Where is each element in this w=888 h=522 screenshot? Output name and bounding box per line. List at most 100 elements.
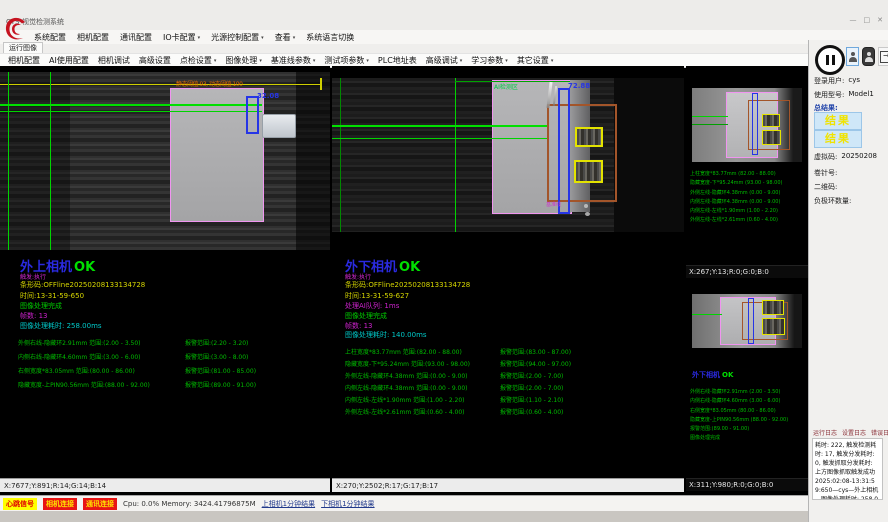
result-box-bottom: 结果 (814, 130, 862, 148)
measure-value-text: 32.08 (257, 92, 279, 100)
measurement-row: 内侧左线-隐藏环4.38mm 范围:(0.00 - 9.00)报警范围:(2.0… (345, 383, 563, 392)
pause-icon (832, 55, 835, 65)
menu-comm-config[interactable]: 通讯配置 (120, 32, 152, 43)
chevron-down-icon: ▾ (551, 58, 554, 64)
measurement-row: 上柱宽度*83.77mm 范围:(82.00 - 88.00)报警范围:(83.… (345, 347, 571, 356)
ai-region-label: AI检测区 (494, 82, 518, 91)
measurement-row: 隐藏宽度-上PIN90.56mm 范围:(88.00 - 92.00)报警范围:… (18, 380, 256, 389)
title-bar: CYS-视觉检测系统 — □ ✕ (0, 0, 888, 31)
tool-baseline-params[interactable]: 基准线参数▾ (271, 55, 316, 66)
overlay-measure-rect (246, 96, 259, 134)
exit-door-icon (880, 51, 888, 63)
maximize-button[interactable]: □ (864, 16, 871, 24)
user-icon (849, 52, 857, 62)
barcode-text: 条形码:OFFline20250208133134728 (20, 280, 145, 290)
pixel-coordinate-readout: X:311;Y:980;R:0;G:0;B:0 (686, 478, 808, 491)
thumbnail-camera-title: 外下相机OK (692, 370, 733, 380)
pause-button[interactable] (815, 45, 845, 75)
time-text: 时间:13-31-59-627 (345, 291, 409, 301)
log-tab-error[interactable]: 错误日志 (871, 428, 888, 437)
overlay-green-hline (332, 138, 547, 139)
thumbnail-image (692, 88, 802, 162)
thumbnail-view-top[interactable]: 上柱宽度*83.77mm (82.00 - 88.00) 隐藏宽度-下*95.2… (686, 66, 808, 278)
overlay-feature-rect (575, 127, 603, 147)
overlay-green-vline (8, 72, 9, 250)
pixel-coordinate-readout: X:7677;Y:891;R:14;G:14;B:14 (0, 478, 330, 492)
measurement-row: 内侧左线-左线*1.90mm 范围:(1.00 - 2.20)报警范围:(1.1… (345, 395, 563, 404)
process-time-text: 图像处理耗时: 258.00ms (20, 321, 102, 331)
measurement-row: 右侧宽度*83.05mm 范围:(80.00 - 86.00)报警范围:(81.… (18, 366, 256, 375)
chevron-down-icon: ▾ (460, 58, 463, 64)
overlay-green-hline (0, 111, 262, 112)
user-manage-button[interactable] (862, 47, 875, 66)
overlay-green-hline (0, 104, 262, 106)
thumbnail-result-lines: 上柱宽度*83.77mm (82.00 - 88.00) 隐藏宽度-下*95.2… (690, 170, 806, 226)
tool-image-processing[interactable]: 图像处理▾ (225, 55, 262, 66)
tool-test-item-params[interactable]: 测试项参数▾ (324, 55, 369, 66)
overlay-yellow-line (0, 84, 322, 85)
chevron-down-icon: ▾ (259, 58, 262, 64)
bottom-strip (0, 511, 808, 522)
time-text: 时间:13-31-59-650 (20, 291, 84, 301)
chevron-down-icon: ▾ (313, 58, 316, 64)
run-log-text: 耗时: 222, 触发检测耗时: 17, 触发分发耗时: 0, 触发抓取分发耗时… (812, 438, 883, 500)
chevron-down-icon: ▾ (261, 35, 264, 41)
login-user-value: cys (848, 76, 860, 86)
connector-part (262, 114, 296, 138)
chevron-down-icon: ▾ (505, 58, 508, 64)
thumbnail-view-bottom[interactable]: 外下相机OK 外侧右线-隐藏环2.91mm (2.00 - 3.50) 内侧右线… (686, 280, 808, 492)
tool-other-settings[interactable]: 其它设置▾ (517, 55, 554, 66)
menu-view[interactable]: 查看▾ (275, 32, 296, 43)
tab-run-image[interactable]: 运行图像 (3, 42, 43, 53)
user-dark-icon (865, 52, 873, 62)
measure-value-text: 72.88 (568, 82, 590, 90)
tab-strip (0, 44, 808, 53)
tool-advanced-debug[interactable]: 高级调试▾ (426, 55, 463, 66)
measurement-row: 隐藏宽度-下*95.24mm 范围:(93.00 - 98.00)报警范围:(9… (345, 359, 571, 368)
thumbnail-image (692, 294, 802, 348)
barcode-text: 条形码:OFFline20250208133134728 (345, 280, 470, 290)
measurement-row: 外侧左线-左线*2.61mm 范围:(0.60 - 4.00)报警范围:(0.6… (345, 407, 563, 416)
process-done-text: 图像处理完成 (20, 301, 62, 311)
thumbnail-result-lines: 外侧右线-隐藏环2.91mm (2.00 - 3.50) 内侧右线-隐藏环4.6… (690, 388, 806, 444)
tool-camera-config[interactable]: 相机配置 (8, 55, 40, 66)
lower-camera-result-link[interactable]: 下相机1分钟结果 (321, 499, 374, 509)
model-value: Model1 (848, 90, 873, 100)
tool-spotcheck-settings[interactable]: 点检设置▾ (180, 55, 217, 66)
camera-view-lower[interactable]: AI检测区 72.88 基准线 外下相机OK 触发:执行 条形码:OFFline… (332, 66, 684, 492)
chevron-down-icon: ▾ (214, 58, 217, 64)
minimize-button[interactable]: — (850, 16, 857, 24)
chevron-down-icon: ▾ (293, 35, 296, 41)
menu-io-card-config[interactable]: IO卡配置▾ (163, 32, 200, 43)
threshold-overlay-text: 静态阈值:93, 动态阈值:100 (176, 79, 242, 88)
comm-connection-badge: 通讯连接 (83, 498, 117, 510)
process-time-text: 图像处理耗时: 140.00ms (345, 330, 427, 340)
close-button[interactable]: ✕ (877, 16, 883, 24)
virtual-code-row: 虚拟码:20250208 (814, 152, 877, 162)
menu-light-control-config[interactable]: 光源控制配置▾ (211, 32, 264, 43)
chevron-down-icon: ▾ (198, 35, 201, 41)
baseline-label: 基准线 (546, 201, 561, 208)
ai-queue-text: 处理AI队列: 1ms (345, 301, 399, 311)
status-bar: 心跳信号 相机连接 通讯连接 Cpu: 0.0% Memory: 3424.41… (0, 495, 808, 511)
menu-camera-config[interactable]: 相机配置 (77, 32, 109, 43)
log-tab-settings[interactable]: 设置日志 (842, 428, 866, 437)
menu-language-switch[interactable]: 系统语言切换 (306, 32, 354, 43)
tool-camera-debug[interactable]: 相机调试 (98, 55, 130, 66)
overlay-feature-rect (574, 160, 603, 183)
tool-learning-params[interactable]: 学习参数▾ (471, 55, 508, 66)
cpu-memory-readout: Cpu: 0.0% Memory: 3424.41796875M (123, 500, 256, 508)
logout-button[interactable] (878, 47, 888, 66)
login-user-row: 登录用户:cys (814, 76, 860, 86)
side-panel: 登录用户:cys 使用型号:Model1 总结果: 结果 结果 虚拟码:2025… (808, 40, 888, 522)
virtual-code-value: 20250208 (841, 152, 877, 162)
log-tab-run[interactable]: 运行日志 (813, 428, 837, 437)
user-login-button[interactable] (846, 47, 859, 66)
negative-ring-count-row: 负极环数量: (814, 196, 851, 206)
tool-plc-address-table[interactable]: PLC地址表 (378, 55, 417, 66)
camera-view-upper[interactable]: 静态阈值:93, 动态阈值:100 32.08 外上相机OK 触发:执行 条形码… (0, 66, 330, 492)
upper-camera-result-link[interactable]: 上相机1分钟结果 (262, 499, 315, 509)
pin-number-row: 卷针号: (814, 168, 837, 178)
tool-advanced-settings[interactable]: 高级设置 (139, 55, 171, 66)
tool-ai-usage-config[interactable]: AI使用配置 (49, 55, 89, 66)
